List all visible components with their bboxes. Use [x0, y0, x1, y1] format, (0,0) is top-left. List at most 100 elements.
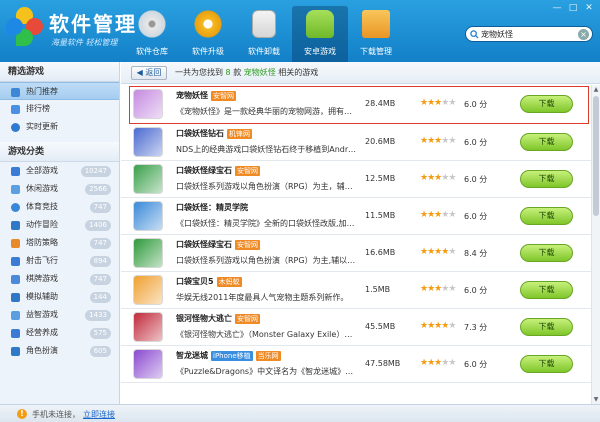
warning-icon: !	[17, 409, 27, 419]
download-button[interactable]: 下载	[520, 244, 573, 262]
result-row[interactable]: 口袋妖怪绿宝石安智网口袋妖怪系列游戏以角色扮演（RPG）为主，辅以战略... 12…	[121, 161, 591, 198]
maximize-button[interactable]: □	[566, 2, 580, 14]
scroll-up-icon[interactable]: ▲	[592, 85, 600, 94]
scroll-down-icon[interactable]: ▼	[592, 395, 600, 404]
game-name[interactable]: 银河怪物大逃亡 安智网	[176, 313, 260, 324]
result-row[interactable]: 银河怪物大逃亡 安智网 《银河怪物大逃亡》（Monster Galaxy Exile…	[121, 309, 591, 346]
back-button[interactable]: ◀ 返回	[131, 66, 167, 80]
rating-stars: ★★★★★	[420, 98, 456, 108]
scroll-thumb[interactable]	[593, 96, 599, 216]
source-badge: 安智网	[235, 166, 260, 176]
game-name[interactable]: 口袋妖怪绿宝石 安智网	[176, 239, 260, 250]
download-button[interactable]: 下载	[520, 170, 573, 188]
game-thumbnail[interactable]	[133, 127, 163, 157]
sidebar-item-realtime[interactable]: 实时更新	[0, 118, 119, 136]
result-row[interactable]: 智龙迷城 iPhone移植 当乐网《Puzzle&Dragons》中文译名为《智龙迷…	[121, 346, 591, 383]
rating-stars: ★★★★★	[420, 210, 456, 220]
game-thumbnail[interactable]	[133, 275, 163, 305]
count-badge: 1406	[85, 220, 111, 231]
role-icon	[11, 347, 20, 356]
close-button[interactable]: ✕	[582, 2, 596, 14]
sidebar-item-label: 动作冒险	[26, 220, 58, 229]
sports-icon	[11, 203, 20, 212]
sidebar-item-leisure[interactable]: 休闲游戏 2566	[0, 180, 119, 198]
file-size: 11.5MB	[365, 211, 396, 220]
download-button[interactable]: 下载	[520, 355, 573, 373]
count-badge: 1433	[85, 310, 111, 321]
sidebar-item-sports[interactable]: 体育竞技 747	[0, 198, 119, 216]
count-badge: 575	[89, 328, 111, 339]
count-badge: 144	[89, 292, 111, 303]
connect-link[interactable]: 立即连接	[83, 409, 115, 420]
source-badge: 安智网	[235, 314, 260, 324]
result-row[interactable]: 口袋妖怪钻石 机锋网 NDS上的经典游戏口袋妖怪钻石终于移植到Android... 2…	[121, 124, 591, 161]
game-thumbnail[interactable]	[133, 201, 163, 231]
game-name[interactable]: 口袋宝贝5 木蚂蚁	[176, 276, 242, 287]
game-name-text: 口袋宝贝5	[176, 277, 214, 286]
header: 软件管理 海量软件 轻松管理 软件仓库 软件升级 软件卸载 安卓游戏 下载管理 …	[0, 0, 600, 62]
sidebar-item-ranking[interactable]: 排行榜	[0, 100, 119, 118]
source-badge: 安智网	[211, 91, 236, 101]
sidebar-item-board[interactable]: 棋牌游戏 747	[0, 270, 119, 288]
result-row[interactable]: 宠物妖怪 安智网 《宠物妖怪》是一款经典华丽的宠物网游，拥有精美... 28.4MB ★…	[129, 86, 589, 124]
sidebar-item-simulation[interactable]: 模拟辅助 144	[0, 288, 119, 306]
rating-stars: ★★★★★	[420, 321, 456, 331]
sidebar-item-tower-defense[interactable]: 塔防策略 747	[0, 234, 119, 252]
sidebar-item-label: 全部游戏	[26, 166, 58, 175]
nav-software-uninstall[interactable]: 软件卸载	[236, 6, 292, 60]
summary-prefix: 一共为您找到	[175, 68, 223, 77]
rating-stars: ★★★★★	[420, 358, 456, 368]
sidebar-item-puzzle[interactable]: 益智游戏 1433	[0, 306, 119, 324]
download-button[interactable]: 下载	[520, 207, 573, 225]
source-badge: 机锋网	[227, 129, 252, 139]
summary-suffix: 相关的游戏	[278, 68, 319, 77]
rating-score: 8.4 分	[464, 249, 488, 258]
sidebar-item-role-play[interactable]: 角色扮演 605	[0, 342, 119, 360]
results-summary: 一共为您找到 8 款 宠物妖怪 相关的游戏	[175, 67, 318, 78]
sidebar-item-label: 益智游戏	[26, 310, 58, 319]
game-thumbnail[interactable]	[133, 164, 163, 194]
scrollbar[interactable]: ▲ ▼	[591, 85, 600, 404]
file-size: 28.4MB	[365, 99, 396, 108]
clear-search-button[interactable]: ×	[578, 29, 589, 40]
nav-software-upgrade[interactable]: 软件升级	[180, 6, 236, 60]
game-thumbnail[interactable]	[133, 312, 163, 342]
game-name[interactable]: 口袋妖怪绿宝石 安智网	[176, 165, 260, 176]
sidebar-item-all-games[interactable]: 全部游戏 10247	[0, 162, 119, 180]
file-size: 45.5MB	[365, 322, 396, 331]
game-thumbnail[interactable]	[133, 89, 163, 119]
game-name-text: 智龙迷城	[176, 351, 208, 360]
game-name[interactable]: 智龙迷城 iPhone移植 当乐网	[176, 350, 281, 361]
game-name[interactable]: 口袋妖怪钻石 机锋网	[176, 128, 252, 139]
sidebar-item-hot[interactable]: 热门推荐	[0, 82, 119, 100]
game-name[interactable]: 宠物妖怪 安智网	[176, 90, 236, 101]
game-description: 《Puzzle&Dragons》中文译名为《智龙迷城》或《...	[176, 367, 356, 376]
nav-software-store[interactable]: 软件仓库	[124, 6, 180, 60]
count-badge: 10247	[80, 166, 111, 177]
minimize-button[interactable]: —	[550, 2, 564, 14]
search-box: ×	[465, 26, 593, 42]
result-row[interactable]: 口袋妖怪绿宝石 安智网 口袋妖怪系列游戏以角色扮演（RPG）为主,辅以战略... 16…	[121, 235, 591, 272]
nav-android-games[interactable]: 安卓游戏	[292, 6, 348, 62]
search-icon[interactable]	[470, 30, 479, 39]
sidebar-item-action[interactable]: 动作冒险 1406	[0, 216, 119, 234]
download-button[interactable]: 下载	[520, 95, 573, 113]
download-button[interactable]: 下载	[520, 281, 573, 299]
result-row[interactable]: 口袋妖怪：精灵学院 《口袋妖怪：精灵学院》全新的口袋妖怪改版,加入新... 11.5…	[121, 198, 591, 235]
rating-score: 6.0 分	[464, 286, 488, 295]
result-row[interactable]: 口袋宝贝5 木蚂蚁 华娱无线2011年度最具人气宠物主题系列新作。 1.5MB ★★★★…	[121, 272, 591, 309]
download-button[interactable]: 下载	[520, 133, 573, 151]
sidebar-item-label: 角色扮演	[26, 346, 58, 355]
game-thumbnail[interactable]	[133, 238, 163, 268]
download-button[interactable]: 下载	[520, 318, 573, 336]
section-title-featured: 精选游戏	[0, 62, 119, 82]
file-size: 20.6MB	[365, 137, 396, 146]
results-list: 宠物妖怪 安智网 《宠物妖怪》是一款经典华丽的宠物网游，拥有精美... 28.4MB ★…	[121, 85, 591, 404]
nav-download-manager[interactable]: 下载管理	[348, 6, 404, 60]
sidebar-item-shooting[interactable]: 射击飞行 894	[0, 252, 119, 270]
sidebar-item-business[interactable]: 经营养成 575	[0, 324, 119, 342]
game-name[interactable]: 口袋妖怪：精灵学院	[176, 202, 248, 213]
search-input[interactable]	[481, 28, 573, 40]
window-controls: — □ ✕	[550, 2, 596, 14]
game-thumbnail[interactable]	[133, 349, 163, 379]
